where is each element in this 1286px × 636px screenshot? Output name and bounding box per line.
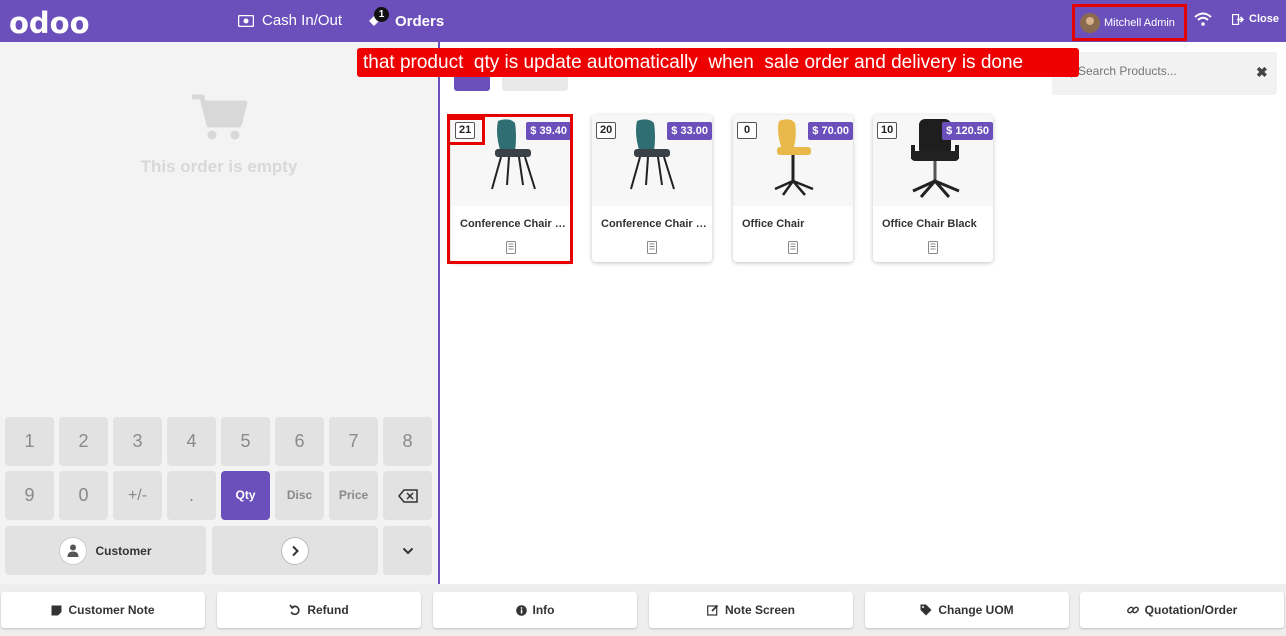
stock-qty-badge: 20 <box>596 122 617 139</box>
key-decimal[interactable]: . <box>167 471 216 520</box>
orders-count-badge: 1 <box>374 7 389 22</box>
link-icon <box>1126 606 1139 614</box>
user-menu[interactable]: Mitchell Admin <box>1072 4 1187 41</box>
cash-in-out-button[interactable]: Cash In/Out <box>238 12 342 29</box>
change-uom-label: Change UOM <box>938 603 1014 617</box>
product-card[interactable]: 10 $ 120.50 Office Chair Black <box>873 115 993 262</box>
product-name: Office Chair <box>742 218 805 230</box>
ticket-icon: 1 <box>367 7 389 30</box>
note-screen-button[interactable]: Note Screen <box>649 592 853 628</box>
stock-qty-badge: 10 <box>877 122 898 139</box>
price-tag: $ 39.40 <box>526 122 571 140</box>
stock-qty-badge: 0 <box>737 122 757 139</box>
key-0[interactable]: 0 <box>59 471 108 520</box>
cash-in-out-label: Cash In/Out <box>262 12 343 29</box>
quotation-order-button[interactable]: Quotation/Order <box>1080 592 1284 628</box>
backspace-icon <box>397 488 418 503</box>
product-card[interactable]: 20 $ 33.00 Conference Chair (Steel) <box>592 115 712 262</box>
product-panel: ✖ 21 $ 39.40 Conference Chair (Aluminium… <box>440 42 1286 584</box>
user-name: Mitchell Admin <box>1104 16 1175 29</box>
refund-button[interactable]: Refund <box>217 592 421 628</box>
annotation-banner: that product qty is update automatically… <box>357 48 1079 77</box>
product-card[interactable]: 21 $ 39.40 Conference Chair (Aluminium) <box>451 115 571 262</box>
sticky-note-icon <box>51 605 62 615</box>
price-tag: $ 120.50 <box>942 122 993 140</box>
undo-icon <box>289 604 300 616</box>
bottom-action-bar: Customer Note Refund Info Note Screen Ch… <box>0 584 1286 636</box>
change-uom-button[interactable]: Change UOM <box>865 592 1069 628</box>
key-2[interactable]: 2 <box>59 417 108 466</box>
payment-button[interactable] <box>212 526 378 575</box>
product-info-icon[interactable] <box>788 241 798 254</box>
refund-label: Refund <box>307 603 349 617</box>
key-9[interactable]: 9 <box>5 471 54 520</box>
product-name: Office Chair Black <box>882 218 977 230</box>
customer-note-label: Customer Note <box>68 603 155 617</box>
user-icon <box>59 536 88 565</box>
price-tag: $ 70.00 <box>808 122 853 140</box>
stock-qty-badge: 21 <box>455 122 476 139</box>
key-1[interactable]: 1 <box>5 417 54 466</box>
customer-button[interactable]: Customer <box>5 526 206 575</box>
price-tag: $ 33.00 <box>667 122 712 140</box>
clear-search-icon[interactable]: ✖ <box>1256 64 1268 81</box>
orders-button[interactable]: 1 Orders <box>367 7 445 30</box>
key-7[interactable]: 7 <box>329 417 378 466</box>
key-qty[interactable]: Qty <box>221 471 270 520</box>
product-name: Conference Chair (Aluminium) <box>460 218 566 230</box>
more-actions-button[interactable] <box>383 526 432 575</box>
key-plus-minus[interactable]: +/- <box>113 471 162 520</box>
odoo-logo[interactable]: odoo <box>9 6 90 40</box>
info-button[interactable]: Info <box>433 592 637 628</box>
key-disc[interactable]: Disc <box>275 471 324 520</box>
product-info-icon[interactable] <box>928 241 938 254</box>
empty-order-text: This order is empty <box>140 157 298 176</box>
key-8[interactable]: 8 <box>383 417 432 466</box>
shopping-cart-icon <box>190 93 248 146</box>
cash-icon <box>238 14 254 27</box>
customer-note-button[interactable]: Customer Note <box>1 592 205 628</box>
product-name: Conference Chair (Steel) <box>601 218 707 230</box>
search-input[interactable] <box>1078 64 1248 78</box>
customer-label: Customer <box>95 543 152 558</box>
key-price[interactable]: Price <box>329 471 378 520</box>
edit-icon <box>707 604 719 616</box>
quotation-order-label: Quotation/Order <box>1144 603 1238 617</box>
key-6[interactable]: 6 <box>275 417 324 466</box>
avatar <box>1080 12 1100 33</box>
top-bar: odoo Cash In/Out 1 Orders Mitchell Admin… <box>0 0 1286 42</box>
product-info-icon[interactable] <box>647 241 657 254</box>
note-screen-label: Note Screen <box>724 603 796 617</box>
product-card[interactable]: 0 $ 70.00 Office Chair <box>733 115 853 262</box>
key-4[interactable]: 4 <box>167 417 216 466</box>
close-button[interactable]: Close <box>1232 13 1279 25</box>
chevron-right-icon <box>281 536 309 565</box>
chevron-down-icon <box>402 547 413 554</box>
product-info-icon[interactable] <box>506 241 516 254</box>
wifi-icon[interactable] <box>1194 12 1212 31</box>
close-label: Close <box>1249 13 1279 25</box>
backspace-key[interactable] <box>383 471 432 520</box>
orders-label: Orders <box>395 12 445 30</box>
search-bar: ✖ <box>1052 52 1277 95</box>
key-3[interactable]: 3 <box>113 417 162 466</box>
key-5[interactable]: 5 <box>221 417 270 466</box>
sign-out-icon <box>1232 13 1245 25</box>
info-icon <box>515 604 527 616</box>
tag-icon <box>920 604 932 616</box>
info-label: Info <box>532 603 555 617</box>
